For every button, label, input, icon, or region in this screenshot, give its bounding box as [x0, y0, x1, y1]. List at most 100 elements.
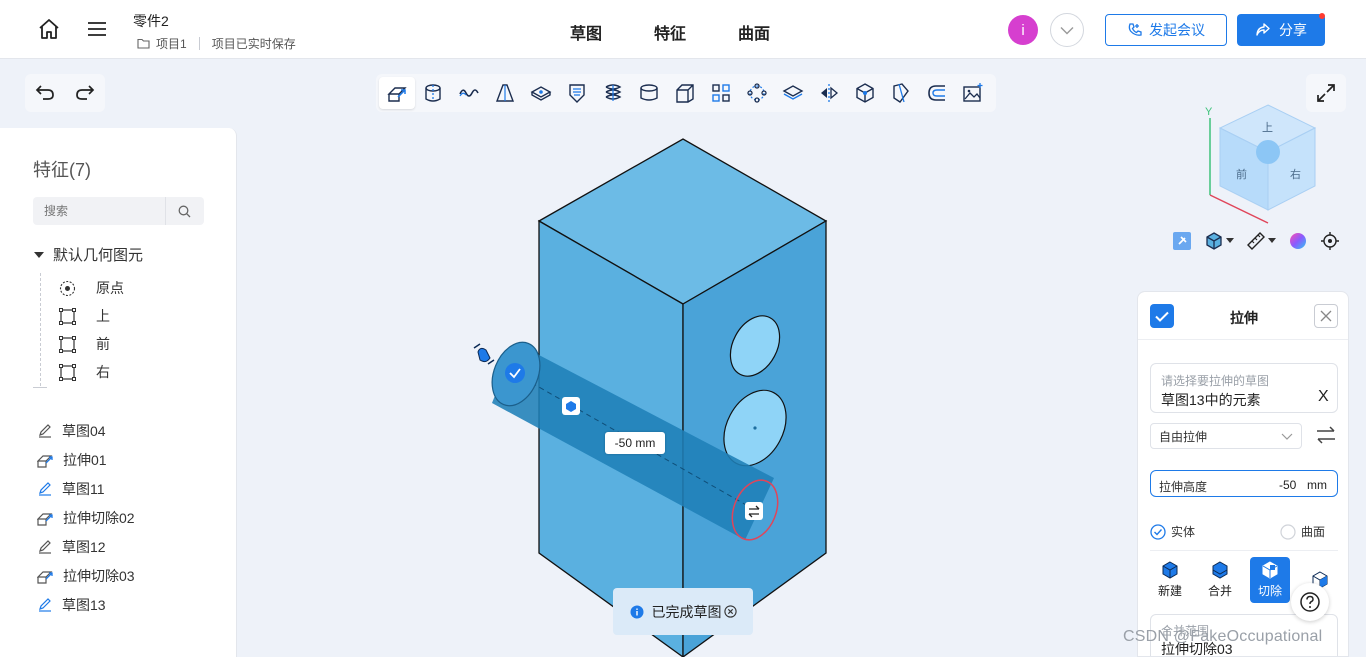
view-cube[interactable]: Y 上 前 右 — [1200, 100, 1330, 225]
chamfer-tool[interactable] — [667, 77, 703, 109]
thicken-tool[interactable] — [523, 77, 559, 109]
circular-pattern-tool[interactable] — [739, 77, 775, 109]
feature-sketch04[interactable]: 草图04 — [37, 421, 106, 441]
home-icon[interactable] — [36, 16, 62, 42]
body-type-solid-label: 实体 — [1171, 525, 1196, 539]
clear-selection-button[interactable]: X — [1318, 388, 1329, 406]
project-name[interactable]: 项目1 — [156, 35, 187, 52]
fillet-icon — [928, 85, 945, 101]
confirm-handle[interactable] — [505, 363, 525, 383]
tree-item-front-plane[interactable]: 前 — [59, 334, 110, 354]
measure-button[interactable] — [1246, 231, 1276, 251]
body-type-surface[interactable]: 曲面 — [1280, 523, 1325, 540]
tree-item-label: 上 — [96, 308, 110, 324]
y-axis-label: Y — [1205, 106, 1213, 118]
start-meeting-button[interactable]: 发起会议 — [1105, 14, 1227, 46]
tree-item-label: 右 — [96, 364, 110, 380]
revolve-tool[interactable] — [415, 77, 451, 109]
tree-guide-line — [40, 273, 41, 386]
feature-sketch11[interactable]: 草图11 — [37, 479, 105, 499]
insert-image-tool[interactable] — [955, 77, 991, 109]
close-icon[interactable] — [723, 605, 737, 618]
share-button[interactable]: 分享 — [1237, 14, 1325, 46]
view-toolbar — [1172, 231, 1340, 251]
display-mode-button[interactable] — [1204, 231, 1234, 251]
caret-down-icon — [1268, 238, 1276, 243]
op-label: 新建 — [1157, 584, 1182, 598]
pin-view-button[interactable] — [1172, 231, 1192, 251]
help-button[interactable] — [1291, 583, 1329, 621]
dimension-label[interactable]: -50 mm — [605, 432, 665, 454]
rib-tool[interactable] — [559, 77, 595, 109]
feature-extrude01[interactable]: 拉伸01 — [37, 450, 107, 470]
extrude-height-unit: mm — [1307, 478, 1327, 492]
tree-item-right-plane[interactable]: 右 — [59, 362, 110, 382]
op-merge[interactable]: 合并 — [1200, 557, 1240, 603]
feature-label: 拉伸切除02 — [63, 510, 135, 526]
body-type-solid[interactable]: 实体 — [1150, 523, 1195, 540]
sweep-tool[interactable] — [451, 77, 487, 109]
history-toolbar — [25, 74, 105, 112]
model-viewport[interactable] — [237, 112, 857, 657]
save-status: 项目已实时保存 — [211, 37, 296, 51]
revolve-icon — [425, 84, 441, 102]
appearance-button[interactable] — [1288, 231, 1308, 251]
ruler-icon — [1247, 232, 1265, 250]
extrude-cut-icon — [37, 512, 53, 526]
flip-direction-handle[interactable] — [745, 502, 763, 520]
redo-button[interactable] — [74, 82, 96, 105]
feature-sketch12[interactable]: 草图12 — [37, 537, 106, 557]
feature-extrude-cut02[interactable]: 拉伸切除02 — [37, 508, 135, 528]
reverse-direction-button[interactable] — [1316, 426, 1336, 447]
feature-extrude-cut03[interactable]: 拉伸切除03 — [37, 566, 135, 586]
op-new-body[interactable]: 新建 — [1150, 557, 1190, 603]
feature-label: 草图04 — [62, 423, 106, 439]
avatar[interactable]: i — [1008, 15, 1038, 45]
document-title[interactable]: 零件2 — [133, 11, 169, 31]
notification-dot — [1319, 13, 1325, 19]
user-menu-button[interactable] — [1050, 13, 1084, 47]
op-cut[interactable]: 切除 — [1250, 557, 1290, 603]
split-tool[interactable] — [883, 77, 919, 109]
mirror-icon — [821, 84, 839, 102]
hole-center-point — [753, 426, 757, 430]
feature-sketch13[interactable]: 草图13 — [37, 595, 106, 615]
extrude-height-field[interactable]: 拉伸高度 -50 mm — [1150, 470, 1338, 497]
tree-item-top-plane[interactable]: 上 — [59, 306, 110, 326]
radio-unchecked-icon — [1280, 523, 1296, 540]
sketch-selection-field[interactable]: 请选择要拉伸的草图 草图13中的元素 X — [1150, 363, 1338, 413]
thread-tool[interactable] — [595, 77, 631, 109]
thread-icon — [605, 84, 622, 101]
rotate-gizmo-icon[interactable] — [473, 343, 495, 365]
tree-group-default-geometry[interactable]: 默认几何图元 — [33, 244, 143, 265]
extrude-height-value[interactable]: -50 — [1279, 478, 1296, 492]
tab-surface[interactable]: 曲面 — [738, 20, 770, 44]
search-icon[interactable] — [166, 205, 203, 218]
tab-feature[interactable]: 特征 — [654, 20, 686, 44]
mode-tabs: 草图 特征 曲面 — [570, 20, 770, 44]
move-body-tool[interactable] — [847, 77, 883, 109]
share-label: 分享 — [1279, 22, 1307, 38]
view-cube-corner[interactable] — [1256, 140, 1280, 164]
search-input[interactable] — [33, 197, 166, 225]
undo-button[interactable] — [34, 82, 56, 105]
extrude-mode-select[interactable]: 自由拉伸 — [1150, 423, 1302, 449]
shell-tool[interactable] — [631, 77, 667, 109]
offset-face-icon — [782, 85, 804, 100]
cancel-button[interactable] — [1314, 304, 1338, 328]
tab-sketch[interactable]: 草图 — [570, 20, 602, 44]
focus-button[interactable] — [1320, 231, 1340, 251]
mirror-tool[interactable] — [811, 77, 847, 109]
view-cube-top-label: 上 — [1262, 121, 1273, 134]
feature-label: 拉伸01 — [63, 452, 107, 468]
view-cube-front-label: 前 — [1236, 167, 1247, 181]
menu-icon[interactable] — [84, 16, 110, 42]
undo-icon — [35, 84, 54, 100]
tree-item-origin[interactable]: 原点 — [59, 278, 124, 298]
fillet-tool[interactable] — [919, 77, 955, 109]
loft-tool[interactable] — [487, 77, 523, 109]
pattern-tool[interactable] — [703, 77, 739, 109]
shell-icon — [640, 84, 658, 101]
extrude-tool[interactable] — [379, 77, 415, 109]
offset-face-tool[interactable] — [775, 77, 811, 109]
